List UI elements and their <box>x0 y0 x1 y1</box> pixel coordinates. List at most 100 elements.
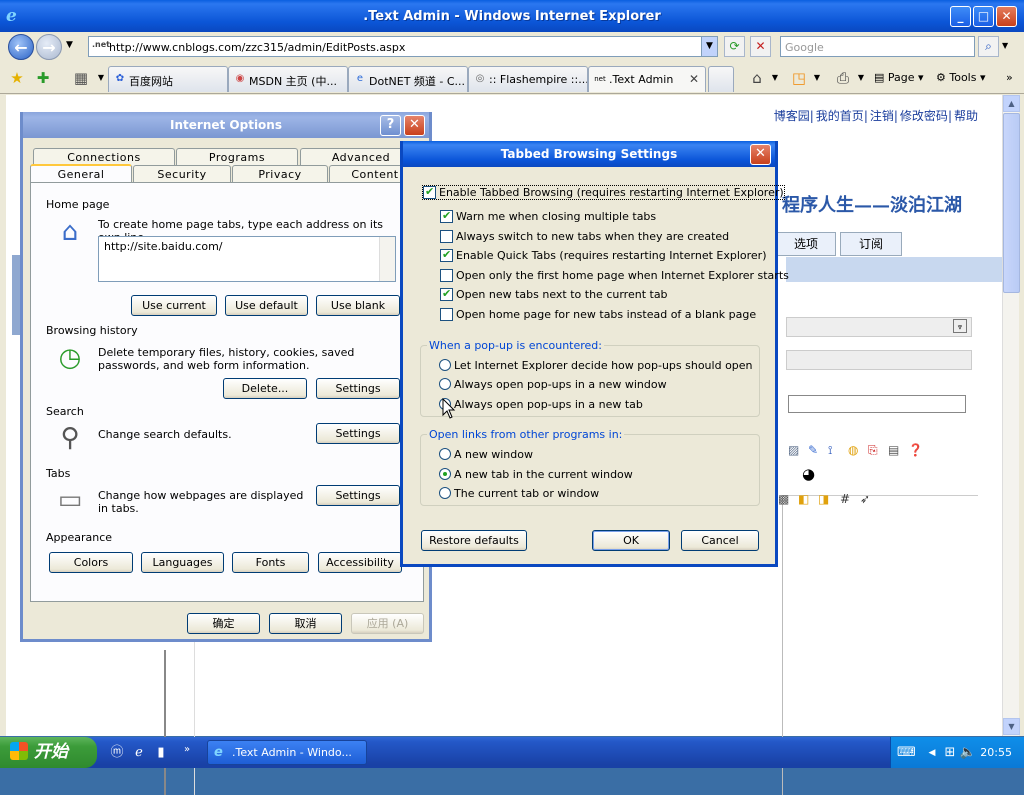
layer-icon[interactable]: ◧ <box>798 492 809 506</box>
tools-menu[interactable]: ⚙ Tools ▾ <box>936 71 986 84</box>
colors-button[interactable]: Colors <box>49 552 133 573</box>
home-dropdown-icon[interactable]: ▼ <box>766 69 784 87</box>
keyboard-icon[interactable]: ⌨ <box>897 744 916 762</box>
link-my-home[interactable]: 我的首页 <box>816 109 864 123</box>
links-new-window-radio[interactable]: A new window <box>439 448 533 461</box>
history-settings-button[interactable]: Settings <box>316 378 400 399</box>
tab-general[interactable]: General <box>30 164 132 184</box>
search-options-icon[interactable]: ▼ <box>1002 41 1008 50</box>
title-input[interactable] <box>788 395 966 413</box>
toolbar-overflow-icon[interactable]: » <box>1006 71 1013 84</box>
quicklaunch-more-icon[interactable]: » <box>178 741 196 759</box>
languages-button[interactable]: Languages <box>141 552 224 573</box>
link-logout[interactable]: 注销 <box>870 109 894 123</box>
refresh-icon[interactable]: ⟳ <box>724 36 745 57</box>
link-blog-home[interactable]: 博客园 <box>774 109 810 123</box>
close-tab-icon[interactable]: ✕ <box>689 72 699 86</box>
warn-closing-checkbox[interactable]: Warn me when closing multiple tabs <box>440 209 656 223</box>
media-icon[interactable]: ◍ <box>848 443 858 457</box>
quick-tabs-icon[interactable]: ▦ <box>72 69 90 87</box>
tab-baidu[interactable]: ✿ 百度网站 <box>108 66 228 92</box>
close-dialog-button[interactable]: ✕ <box>404 115 425 136</box>
popup-new-tab-radio[interactable]: Always open pop-ups in a new tab <box>439 398 643 411</box>
io-apply-button[interactable]: 应用 (A) <box>351 613 424 634</box>
taskbar-ie-button[interactable]: e .Text Admin - Windo... <box>207 740 367 765</box>
tab-flashempire[interactable]: ◎ :: Flashempire ::... <box>468 66 588 92</box>
close-window-button[interactable]: ✕ <box>996 6 1017 27</box>
restore-defaults-button[interactable]: Restore defaults <box>421 530 527 551</box>
links-new-tab-radio[interactable]: A new tab in the current window <box>439 468 633 481</box>
url-dropdown-icon[interactable]: ▼ <box>701 37 717 56</box>
history-dropdown-icon[interactable]: ▼ <box>66 40 73 50</box>
help-button[interactable]: ? <box>380 115 401 136</box>
help-icon[interactable]: ❓ <box>908 443 923 457</box>
tabs-settings-button[interactable]: Settings <box>316 485 400 506</box>
back-button[interactable]: ← <box>8 34 34 60</box>
layer2-icon[interactable]: ◨ <box>818 492 829 506</box>
print-dropdown-icon[interactable]: ▼ <box>852 69 870 87</box>
quicklaunch-ie-icon[interactable]: ℯ <box>130 744 148 762</box>
tab-privacy[interactable]: Privacy <box>232 165 328 183</box>
print-icon[interactable]: ⎙ <box>834 69 852 87</box>
qq-icon[interactable]: ◕ <box>802 465 815 483</box>
scroll-up-icon[interactable]: ▲ <box>1003 95 1020 112</box>
tbs-ok-button[interactable]: OK <box>592 530 670 551</box>
tbs-cancel-button[interactable]: Cancel <box>681 530 759 551</box>
flash-icon[interactable]: ⟟ <box>828 443 832 458</box>
start-button[interactable]: 开始 <box>0 737 97 768</box>
forward-button[interactable]: → <box>36 34 62 60</box>
pointer-icon[interactable]: ➶ <box>860 492 870 506</box>
search-icon[interactable]: ⌕ <box>978 36 999 57</box>
new-tab-button[interactable] <box>708 66 734 92</box>
minimize-button[interactable]: _ <box>950 6 971 27</box>
textarea-scrollbar[interactable] <box>379 237 395 281</box>
edit-icon[interactable]: ✎ <box>808 443 818 457</box>
home-page-new-tabs-checkbox[interactable]: Open home page for new tabs instead of a… <box>440 308 756 321</box>
delete-history-button[interactable]: Delete... <box>223 378 307 399</box>
tab-security[interactable]: Security <box>133 165 231 183</box>
grid-icon[interactable]: # <box>840 492 850 506</box>
popup-ie-decide-radio[interactable]: Let Internet Explorer decide how pop-ups… <box>439 359 753 372</box>
tab-options[interactable]: 选项 <box>776 232 836 256</box>
favorites-star-icon[interactable]: ★ <box>8 69 26 87</box>
new-tabs-next-checkbox[interactable]: Open new tabs next to the current tab <box>440 287 668 301</box>
search-settings-button[interactable]: Settings <box>316 423 400 444</box>
io-ok-button[interactable]: 确定 <box>187 613 260 634</box>
tab-programs[interactable]: Programs <box>176 148 298 166</box>
pdf-icon[interactable]: ⎘ <box>868 443 878 458</box>
add-favorite-icon[interactable]: ✚ <box>34 69 52 87</box>
maximize-button[interactable]: □ <box>973 6 994 27</box>
link-change-password[interactable]: 修改密码 <box>900 109 948 123</box>
page-scrollbar[interactable]: ▲ ▼ <box>1002 95 1020 736</box>
use-current-button[interactable]: Use current <box>131 295 217 316</box>
volume-icon[interactable]: 🔈 <box>959 744 977 762</box>
use-blank-button[interactable]: Use blank <box>316 295 400 316</box>
tray-expand-icon[interactable]: ◀ <box>923 744 941 762</box>
table-icon[interactable]: ▤ <box>888 443 899 457</box>
feed-dropdown-icon[interactable]: ▼ <box>808 69 826 87</box>
url-field[interactable]: .net http://www.cnblogs.com/zzc315/admin… <box>88 36 718 57</box>
image-icon[interactable]: ▨ <box>788 443 799 457</box>
use-default-button[interactable]: Use default <box>225 295 308 316</box>
page-menu[interactable]: ▤ Page ▾ <box>874 71 924 84</box>
quicklaunch-m-icon[interactable]: ⓜ <box>108 744 126 762</box>
fonts-button[interactable]: Fonts <box>232 552 309 573</box>
tab-dotnet[interactable]: e DotNET 频道 - C... <box>348 66 468 92</box>
quicklaunch-app-icon[interactable]: ▮ <box>152 744 170 762</box>
tab-msdn[interactable]: ◉ MSDN 主页 (中... <box>228 66 348 92</box>
enable-tabbed-checkbox[interactable]: Enable Tabbed Browsing (requires restart… <box>422 185 785 200</box>
network-icon[interactable]: ⊞ <box>941 744 959 762</box>
popup-new-window-radio[interactable]: Always open pop-ups in a new window <box>439 378 667 391</box>
accessibility-button[interactable]: Accessibility <box>318 552 402 573</box>
home-page-textarea[interactable]: http://site.baidu.com/ <box>98 236 396 282</box>
scroll-down-icon[interactable]: ▼ <box>1003 718 1020 735</box>
links-current-tab-radio[interactable]: The current tab or window <box>439 487 599 500</box>
scroll-thumb[interactable] <box>1003 113 1020 293</box>
rss-feed-icon[interactable]: ◳ <box>790 69 808 87</box>
stop-icon[interactable]: ✕ <box>750 36 771 57</box>
first-home-page-checkbox[interactable]: Open only the first home page when Inter… <box>440 269 789 282</box>
format-icon[interactable]: ▩ <box>778 492 789 506</box>
search-input[interactable]: Google <box>780 36 975 57</box>
collapse-icon[interactable]: ⩔ <box>953 319 967 333</box>
home-icon[interactable]: ⌂ <box>748 69 766 87</box>
